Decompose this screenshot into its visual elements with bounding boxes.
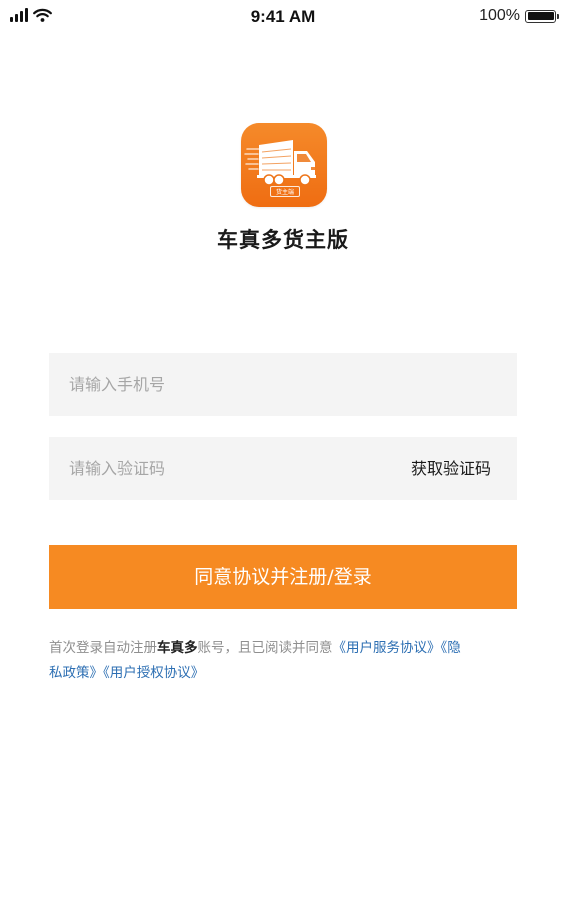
agree-register-login-button[interactable]: 同意协议并注册/登录 [49, 545, 517, 609]
phone-input[interactable] [69, 353, 499, 416]
app-title: 车真多货主版 [217, 228, 349, 252]
battery-icon [525, 9, 559, 23]
status-bar: 9:41 AM 100% [0, 0, 566, 36]
status-right: 100% [479, 7, 559, 25]
get-code-button[interactable]: 获取验证码 [411, 437, 491, 500]
app-logo: 货主端 [241, 123, 327, 207]
agreement-brand: 车真多 [157, 640, 198, 656]
verification-code-input[interactable] [69, 437, 369, 500]
phone-field [49, 353, 517, 416]
battery-percent: 100% [479, 7, 520, 24]
agreement-text: 首次登录自动注册车真多账号，且已阅读并同意《用户服务协议》《隐私政策》《用户授权… [49, 636, 469, 686]
logo-tag: 货主端 [270, 186, 300, 197]
user-service-agreement-link[interactable]: 《用户服务协议》 [333, 640, 441, 656]
user-authorization-agreement-link[interactable]: 《用户授权协议》 [103, 665, 204, 681]
code-field: 获取验证码 [49, 437, 517, 500]
agreement-middle: 账号，且已阅读并同意 [197, 640, 333, 656]
agreement-prefix: 首次登录自动注册 [49, 640, 157, 656]
